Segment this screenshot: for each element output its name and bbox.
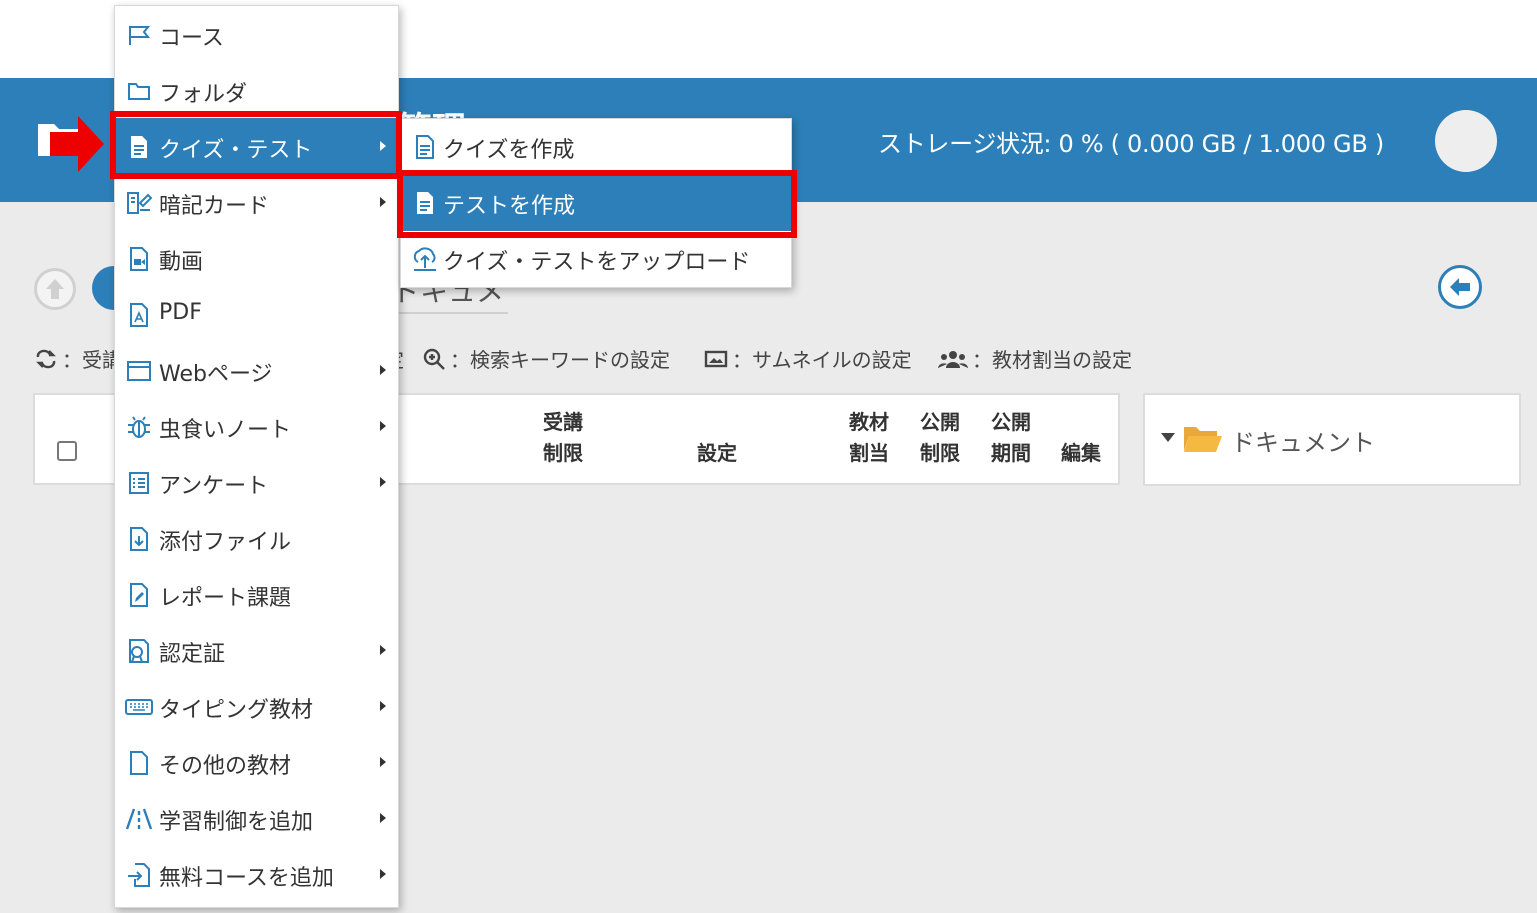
folder-icon xyxy=(128,83,150,100)
window-icon xyxy=(127,361,151,381)
avatar[interactable] xyxy=(1435,110,1497,172)
chevron-right-icon xyxy=(380,197,386,207)
select-all-checkbox[interactable] xyxy=(57,441,77,461)
col-publish-period[interactable]: 公開 期間 xyxy=(991,407,1031,469)
legend-material-assign: ：教材割当の設定 xyxy=(938,344,1132,373)
menu-item-folder[interactable]: フォルダ xyxy=(115,62,398,118)
road-icon xyxy=(125,808,153,830)
chevron-right-icon xyxy=(380,421,386,431)
file-text-icon xyxy=(416,135,434,159)
back-button[interactable] xyxy=(1438,265,1482,309)
folder-open-icon xyxy=(1184,427,1222,452)
caret-down-icon[interactable] xyxy=(1161,433,1175,442)
submenu-item-create-quiz[interactable]: クイズを作成 xyxy=(401,119,791,175)
chevron-right-icon xyxy=(380,365,386,375)
chevron-right-icon xyxy=(380,141,386,151)
annotation-arrow-icon xyxy=(50,116,104,172)
certificate-icon xyxy=(129,639,149,663)
file-icon xyxy=(130,751,148,775)
file-video-icon xyxy=(130,247,148,271)
repeat-icon xyxy=(36,349,56,368)
file-pdf-icon xyxy=(130,303,148,327)
chevron-right-icon xyxy=(380,477,386,487)
flag-icon xyxy=(129,26,151,45)
menu-item-survey[interactable]: アンケート xyxy=(115,454,398,510)
chevron-right-icon xyxy=(380,869,386,879)
flashcard-icon xyxy=(127,192,152,214)
arrow-up-icon xyxy=(46,279,64,299)
chevron-right-icon xyxy=(380,701,386,711)
menu-item-cloze-note[interactable]: 虫食いノート xyxy=(115,398,398,454)
users-icon xyxy=(938,350,968,368)
up-button[interactable] xyxy=(34,268,76,310)
chevron-right-icon xyxy=(380,813,386,823)
list-icon xyxy=(129,472,149,494)
menu-item-webpage[interactable]: Webページ xyxy=(115,342,398,398)
storage-status: ストレージ状況: 0 % ( 0.000 GB / 1.000 GB ) xyxy=(878,130,1384,158)
file-text-icon xyxy=(131,136,147,158)
menu-item-pdf[interactable]: PDF xyxy=(115,286,398,342)
menu-item-typing[interactable]: タイピング教材 xyxy=(115,678,398,734)
menu-item-attachment[interactable]: 添付ファイル xyxy=(115,510,398,566)
col-attendance-limit[interactable]: 受講 制限 xyxy=(543,407,583,469)
menu-item-certificate[interactable]: 認定証 xyxy=(115,622,398,678)
submenu-item-upload[interactable]: クイズ・テストをアップロード xyxy=(401,231,791,287)
image-icon xyxy=(704,350,728,367)
menu-item-course[interactable]: コース xyxy=(115,6,398,62)
add-material-menu: コース フォルダ クイズ・テスト 暗記カード 動画 PDF Webページ 虫食い… xyxy=(114,5,399,908)
folder-tree: ドキュメント xyxy=(1143,393,1521,486)
chevron-right-icon xyxy=(380,757,386,767)
file-download-icon xyxy=(130,527,148,551)
tree-item-documents[interactable]: ドキュメント xyxy=(1231,423,1375,458)
menu-item-flashcard[interactable]: 暗記カード xyxy=(115,174,398,230)
menu-item-video[interactable]: 動画 xyxy=(115,230,398,286)
file-import-icon xyxy=(128,863,150,887)
menu-item-quiz-test[interactable]: クイズ・テスト xyxy=(115,118,398,174)
col-publish-limit[interactable]: 公開 制限 xyxy=(920,407,960,469)
keyboard-icon xyxy=(125,699,153,715)
legend-search-keyword: ：検索キーワードの設定 xyxy=(422,344,670,373)
quiz-test-submenu: クイズを作成 テストを作成 クイズ・テストをアップロード xyxy=(400,118,792,288)
col-edit[interactable]: 編集 xyxy=(1061,438,1101,469)
col-material-assign[interactable]: 教材 割当 xyxy=(849,407,889,469)
chevron-right-icon xyxy=(380,645,386,655)
bug-icon xyxy=(128,416,150,438)
col-settings[interactable]: 設定 xyxy=(697,438,737,469)
menu-item-learning-control[interactable]: 学習制御を追加 xyxy=(115,790,398,846)
legend-thumbnail: ：サムネイルの設定 xyxy=(704,344,912,373)
legend-attendance: ：受講 xyxy=(34,344,122,373)
file-text-icon xyxy=(417,192,433,214)
arrow-left-icon xyxy=(1450,278,1470,296)
menu-item-free-course[interactable]: 無料コースを追加 xyxy=(115,846,398,902)
upload-icon xyxy=(413,247,436,271)
file-edit-icon xyxy=(130,583,148,607)
menu-item-report[interactable]: レポート課題 xyxy=(115,566,398,622)
submenu-item-create-test[interactable]: テストを作成 xyxy=(401,175,791,231)
search-plus-icon xyxy=(423,348,445,370)
menu-item-other-material[interactable]: その他の教材 xyxy=(115,734,398,790)
